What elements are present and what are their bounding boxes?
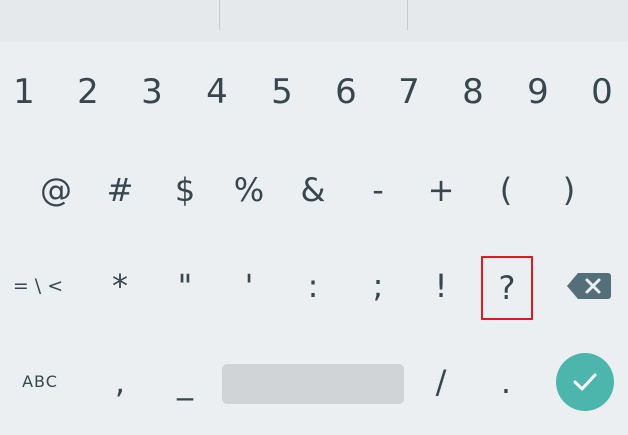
backspace-key[interactable] [566, 272, 612, 300]
key-label: , [114, 363, 126, 401]
key-label: 1 [13, 72, 35, 112]
key-label: 7 [398, 72, 420, 112]
key-open-paren[interactable]: ( [485, 168, 527, 212]
suggestion-strip [0, 0, 628, 42]
key-label: 8 [462, 72, 484, 112]
space-bar[interactable] [222, 364, 404, 404]
backspace-icon [567, 273, 611, 299]
key-label: * [112, 267, 128, 305]
key-label: @ [40, 171, 72, 209]
key-label: _ [177, 363, 193, 401]
key-6[interactable]: 6 [325, 70, 367, 114]
key-hash[interactable]: # [99, 168, 141, 212]
abc-key[interactable]: ABC [8, 360, 72, 404]
key-label: / [435, 363, 447, 401]
key-5[interactable]: 5 [261, 70, 303, 114]
key-question[interactable]: ? [481, 256, 533, 320]
suggestion-divider [407, 0, 408, 30]
key-slash[interactable]: / [420, 360, 462, 404]
key-label: " [177, 267, 193, 305]
key-period[interactable]: . [485, 360, 527, 404]
key-label: 3 [141, 72, 163, 112]
key-colon[interactable]: : [292, 264, 334, 308]
key-3[interactable]: 3 [131, 70, 173, 114]
key-asterisk[interactable]: * [99, 264, 141, 308]
key-label: ? [498, 269, 516, 307]
key-at[interactable]: @ [35, 168, 77, 212]
enter-button[interactable] [556, 353, 614, 411]
checkmark-icon [573, 373, 597, 391]
key-plus[interactable]: + [420, 168, 462, 212]
key-label: 0 [591, 72, 613, 112]
key-label: 6 [335, 72, 357, 112]
key-label: 2 [77, 72, 99, 112]
key-label: - [372, 171, 384, 209]
key-label: + [427, 171, 455, 209]
key-label: . [500, 363, 512, 401]
key-label: 5 [271, 72, 293, 112]
key-label: = \ < [12, 274, 64, 297]
key-minus[interactable]: - [357, 168, 399, 212]
key-label: ! [434, 267, 448, 305]
key-double-quote[interactable]: " [164, 264, 206, 308]
key-1[interactable]: 1 [3, 70, 45, 114]
symbol-keyboard: 1 2 3 4 5 6 7 8 9 0 @ # $ % & - + ( ) = … [0, 42, 628, 435]
key-0[interactable]: 0 [581, 70, 623, 114]
key-close-paren[interactable]: ) [548, 168, 590, 212]
key-label: & [300, 171, 326, 209]
key-dollar[interactable]: $ [164, 168, 206, 212]
key-8[interactable]: 8 [452, 70, 494, 114]
key-4[interactable]: 4 [196, 70, 238, 114]
key-exclamation[interactable]: ! [420, 264, 462, 308]
key-label: ( [499, 171, 513, 209]
key-ampersand[interactable]: & [292, 168, 334, 212]
key-label: 4 [206, 72, 228, 112]
suggestion-divider [219, 0, 220, 30]
key-label: # [106, 171, 134, 209]
more-symbols-key[interactable]: = \ < [8, 264, 68, 308]
key-single-quote[interactable]: ' [228, 264, 270, 308]
key-label: ) [562, 171, 576, 209]
key-7[interactable]: 7 [388, 70, 430, 114]
key-label: 9 [527, 72, 549, 112]
key-9[interactable]: 9 [517, 70, 559, 114]
key-label: ' [244, 267, 254, 305]
key-label: : [307, 267, 319, 305]
key-comma[interactable]: , [99, 360, 141, 404]
key-label: $ [174, 171, 196, 209]
key-label: ; [372, 267, 384, 305]
key-percent[interactable]: % [228, 168, 270, 212]
key-underscore[interactable]: _ [164, 360, 206, 404]
key-2[interactable]: 2 [67, 70, 109, 114]
key-label: ABC [22, 372, 58, 391]
key-semicolon[interactable]: ; [357, 264, 399, 308]
key-label: % [233, 171, 265, 209]
